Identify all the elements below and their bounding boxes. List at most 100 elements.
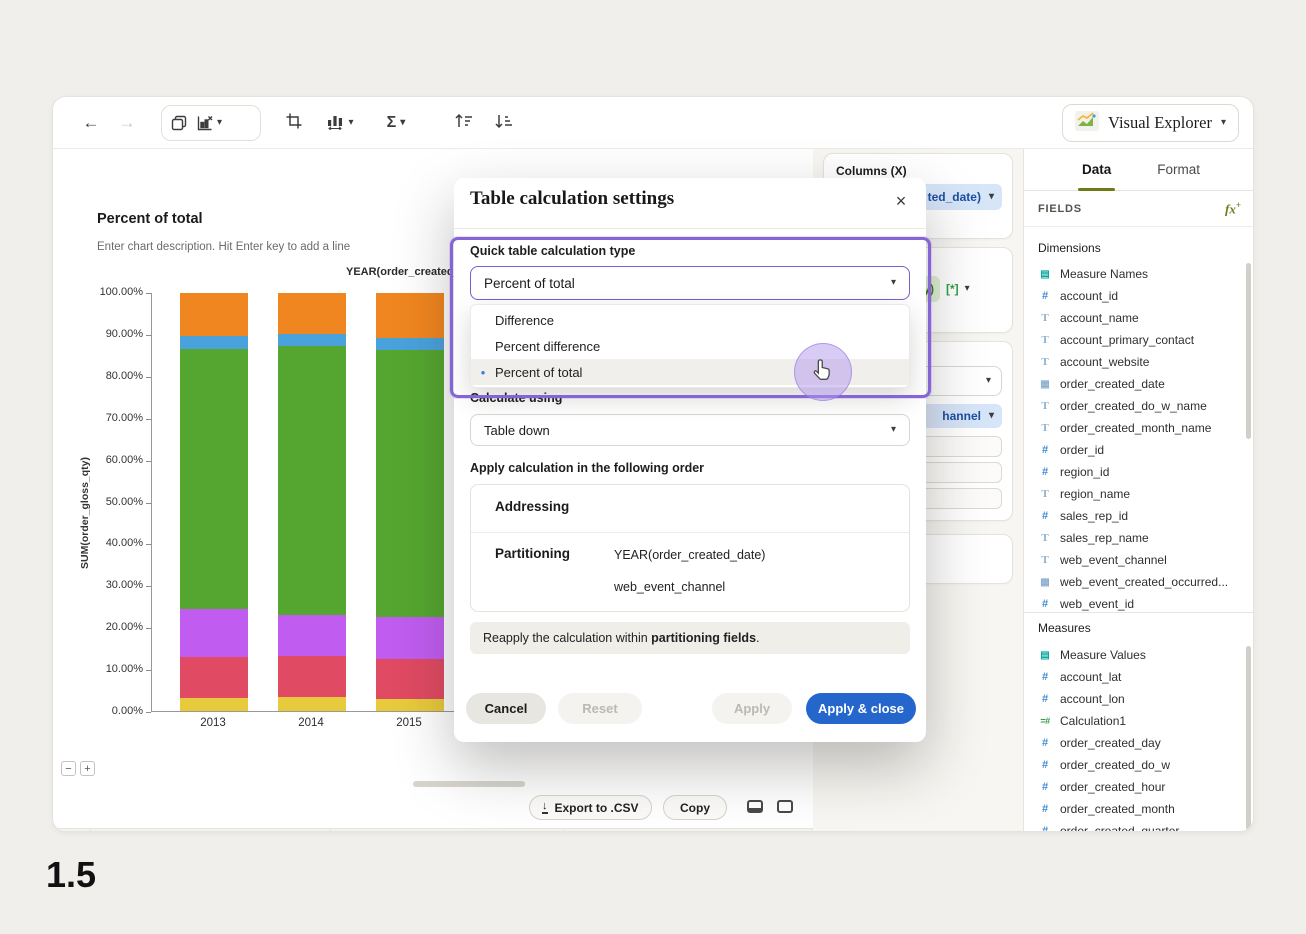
bar-segment-blue[interactable]: [376, 338, 444, 350]
y-axis-tick-label: 20.00%: [81, 621, 143, 633]
tab-data[interactable]: Data: [1082, 149, 1111, 190]
field-row[interactable]: #order_created_quarter: [1024, 820, 1250, 832]
bar-segment-orange[interactable]: [180, 293, 248, 336]
field-row[interactable]: Tsales_rep_name: [1024, 527, 1250, 549]
columns-shelf-label: Columns (X): [824, 154, 1012, 178]
close-icon[interactable]: ×: [890, 190, 912, 212]
bar-segment-yellow[interactable]: [278, 697, 346, 711]
field-row[interactable]: Taccount_primary_contact: [1024, 329, 1250, 351]
field-row[interactable]: #order_created_hour: [1024, 776, 1250, 798]
expand-panel-icon[interactable]: [777, 800, 793, 813]
field-row[interactable]: ▦web_event_created_occurred...: [1024, 571, 1250, 593]
cancel-button[interactable]: Cancel: [466, 693, 546, 724]
sidebar-tabs: Data Format: [1024, 149, 1254, 191]
bar-segment-orange[interactable]: [376, 293, 444, 338]
chart-bar-2015[interactable]: [376, 293, 444, 711]
apply-button[interactable]: Apply: [712, 693, 792, 724]
copy-button[interactable]: Copy: [663, 795, 727, 820]
chart-description[interactable]: Enter chart description. Hit Enter key t…: [97, 241, 350, 253]
calculate-using-select[interactable]: Table down ▾: [470, 414, 910, 446]
bar-segment-red[interactable]: [376, 659, 444, 699]
field-row[interactable]: #order_created_month: [1024, 798, 1250, 820]
hash-field-icon: #: [1038, 825, 1052, 832]
dimensions-scrollbar[interactable]: [1246, 263, 1251, 439]
text-field-icon: T: [1038, 488, 1052, 500]
chart-bar-2014[interactable]: [278, 293, 346, 711]
field-row[interactable]: Taccount_website: [1024, 351, 1250, 373]
forward-button[interactable]: →: [111, 107, 143, 139]
field-row[interactable]: #account_id: [1024, 285, 1250, 307]
dropdown-option[interactable]: Difference: [471, 307, 909, 333]
field-row[interactable]: #region_id: [1024, 461, 1250, 483]
bar-segment-purple[interactable]: [180, 609, 248, 657]
bar-segment-purple[interactable]: [278, 615, 346, 656]
chart-type-button[interactable]: ▾: [317, 107, 363, 139]
duplicate-chart-icon[interactable]: [170, 114, 188, 132]
field-row[interactable]: Taccount_name: [1024, 307, 1250, 329]
bar-segment-green[interactable]: [278, 346, 346, 615]
field-row[interactable]: ▤Measure Names: [1024, 263, 1250, 285]
quick-calc-type-label: Quick table calculation type: [470, 244, 635, 258]
add-calculation-icon[interactable]: fx+: [1225, 200, 1241, 217]
bar-segment-red[interactable]: [278, 656, 346, 697]
field-row[interactable]: ▤Measure Values: [1024, 644, 1250, 666]
field-row[interactable]: Tweb_event_channel: [1024, 549, 1250, 571]
chart-title[interactable]: Percent of total: [97, 211, 203, 227]
horizontal-scrollbar[interactable]: [413, 781, 525, 787]
hash-field-icon: #: [1038, 781, 1052, 793]
bar-segment-green[interactable]: [376, 350, 444, 618]
partitioning-field[interactable]: YEAR(order_created_date): [614, 548, 765, 562]
field-row[interactable]: #web_event_id: [1024, 593, 1250, 612]
field-row[interactable]: #order_created_do_w: [1024, 754, 1250, 776]
apply-and-close-button[interactable]: Apply & close: [806, 693, 916, 724]
field-row[interactable]: ▦order_created_date: [1024, 373, 1250, 395]
calc-field-icon: =#: [1038, 716, 1052, 726]
bar-segment-orange[interactable]: [278, 293, 346, 334]
sort-descending-button[interactable]: [485, 107, 521, 139]
reapply-note: Reapply the calculation within partition…: [470, 622, 910, 654]
field-row[interactable]: #sales_rep_id: [1024, 505, 1250, 527]
field-row[interactable]: Torder_created_month_name: [1024, 417, 1250, 439]
quick-calc-type-select[interactable]: Percent of total ▾: [470, 266, 910, 300]
field-row[interactable]: #order_id: [1024, 439, 1250, 461]
divider: [454, 228, 926, 229]
measures-scrollbar[interactable]: [1246, 646, 1251, 831]
version-label: 1.5: [46, 854, 96, 896]
partitioning-field[interactable]: web_event_channel: [614, 580, 725, 594]
fx-glyph: fx: [1225, 201, 1236, 216]
field-row[interactable]: Torder_created_do_w_name: [1024, 395, 1250, 417]
aggregate-button[interactable]: Σ ▾: [373, 107, 419, 139]
field-label: order_created_day: [1060, 736, 1161, 750]
zoom-in-button[interactable]: +: [80, 761, 95, 776]
collapse-panel-icon[interactable]: [747, 800, 763, 813]
y-axis-tick-label: 40.00%: [81, 537, 143, 549]
bar-segment-red[interactable]: [180, 657, 248, 698]
remove-chart-icon[interactable]: ▾: [196, 114, 222, 132]
field-row[interactable]: =#Calculation1: [1024, 710, 1250, 732]
field-label: order_created_do_w: [1060, 758, 1170, 772]
export-csv-button[interactable]: ↓ Export to .CSV: [529, 795, 652, 820]
bar-segment-yellow[interactable]: [376, 699, 444, 711]
reset-button[interactable]: Reset: [558, 693, 642, 724]
sort-ascending-button[interactable]: [445, 107, 481, 139]
back-button[interactable]: ←: [75, 107, 107, 139]
field-row[interactable]: #account_lon: [1024, 688, 1250, 710]
bar-segment-blue[interactable]: [278, 334, 346, 346]
bar-segment-yellow[interactable]: [180, 698, 248, 711]
bar-segment-purple[interactable]: [376, 617, 444, 659]
field-row[interactable]: #account_lat: [1024, 666, 1250, 688]
bar-segment-green[interactable]: [180, 349, 248, 609]
crop-button[interactable]: [277, 107, 311, 139]
text-field-icon: T: [1038, 554, 1052, 566]
export-csv-label: Export to .CSV: [555, 801, 639, 815]
y-axis-tick: [146, 628, 151, 629]
field-row[interactable]: Tregion_name: [1024, 483, 1250, 505]
bar-segment-blue[interactable]: [180, 336, 248, 349]
tab-format[interactable]: Format: [1157, 149, 1200, 190]
field-row[interactable]: #order_created_day: [1024, 732, 1250, 754]
zoom-out-button[interactable]: −: [61, 761, 76, 776]
date-field-icon: ▦: [1038, 379, 1052, 390]
app-switcher[interactable]: Visual Explorer ▾: [1062, 104, 1239, 142]
chart-bar-2013[interactable]: [180, 293, 248, 711]
measures-list: ▤Measure Values#account_lat#account_lon=…: [1024, 644, 1250, 832]
